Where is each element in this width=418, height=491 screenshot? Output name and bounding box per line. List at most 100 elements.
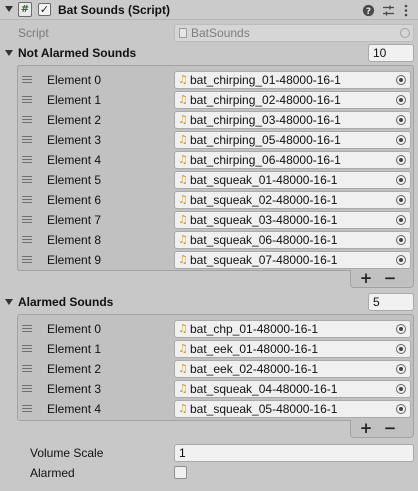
audio-clip-name: bat_squeak_02-48000-16-1 xyxy=(190,193,338,207)
element-label: Element 2 xyxy=(47,362,102,376)
not-alarmed-size-field[interactable]: 10 xyxy=(368,44,414,62)
audio-clip-field[interactable]: ♫ bat_squeak_01-48000-16-1 xyxy=(174,171,411,189)
audio-clip-name: bat_chirping_03-48000-16-1 xyxy=(190,113,341,127)
sliders-icon[interactable] xyxy=(381,3,395,17)
audio-clip-field[interactable]: ♫ bat_squeak_05-48000-16-1 xyxy=(174,400,411,418)
kebab-menu-icon[interactable] xyxy=(399,3,413,17)
alarmed-sounds-label: Alarmed Sounds xyxy=(18,295,114,309)
audio-clip-icon: ♫ xyxy=(178,193,188,206)
object-picker-icon[interactable] xyxy=(396,75,406,85)
alarmed-list: Element 0 ♫ bat_chp_01-48000-16-1 Element 1… xyxy=(17,314,414,421)
object-picker-icon[interactable] xyxy=(396,135,406,145)
object-picker-icon[interactable] xyxy=(396,115,406,125)
object-picker-icon[interactable] xyxy=(396,324,406,334)
drag-handle-icon[interactable] xyxy=(22,156,32,163)
object-picker-icon[interactable] xyxy=(396,155,406,165)
alarmed-checkbox[interactable] xyxy=(174,466,187,479)
list-item[interactable]: Element 2 ♫ bat_chirping_03-48000-16-1 xyxy=(18,110,413,130)
audio-clip-name: bat_squeak_06-48000-16-1 xyxy=(190,233,338,247)
element-label: Element 5 xyxy=(47,173,102,187)
audio-clip-field[interactable]: ♫ bat_chirping_03-48000-16-1 xyxy=(174,111,411,129)
list-item[interactable]: Element 4 ♫ bat_squeak_05-48000-16-1 xyxy=(18,399,413,419)
list-item[interactable]: Element 0 ♫ bat_chp_01-48000-16-1 xyxy=(18,319,413,339)
drag-handle-icon[interactable] xyxy=(22,345,32,352)
list-item[interactable]: Element 2 ♫ bat_eek_02-48000-16-1 xyxy=(18,359,413,379)
drag-handle-icon[interactable] xyxy=(22,256,32,263)
object-picker-icon[interactable] xyxy=(396,215,406,225)
drag-handle-icon[interactable] xyxy=(22,196,32,203)
audio-clip-field[interactable]: ♫ bat_eek_02-48000-16-1 xyxy=(174,360,411,378)
list-item[interactable]: Element 7 ♫ bat_squeak_03-48000-16-1 xyxy=(18,210,413,230)
audio-clip-field[interactable]: ♫ bat_squeak_04-48000-16-1 xyxy=(174,380,411,398)
drag-handle-icon[interactable] xyxy=(22,385,32,392)
alarmed-foldout-arrow-icon[interactable] xyxy=(5,299,13,305)
drag-handle-icon[interactable] xyxy=(22,96,32,103)
object-picker-icon[interactable] xyxy=(396,255,406,265)
not-alarmed-list: Element 0 ♫ bat_chirping_01-48000-16-1 Elem… xyxy=(17,65,414,271)
audio-clip-field[interactable]: ♫ bat_chirping_06-48000-16-1 xyxy=(174,151,411,169)
remove-element-button[interactable]: − xyxy=(379,419,401,437)
audio-clip-field[interactable]: ♫ bat_chp_01-48000-16-1 xyxy=(174,320,411,338)
drag-handle-icon[interactable] xyxy=(22,136,32,143)
audio-clip-field[interactable]: ♫ bat_squeak_07-48000-16-1 xyxy=(174,251,411,269)
component-header: # ✓ Bat Sounds (Script) ? xyxy=(0,0,418,20)
audio-clip-field[interactable]: ♫ bat_chirping_02-48000-16-1 xyxy=(174,91,411,109)
object-picker-icon[interactable] xyxy=(396,95,406,105)
list-item[interactable]: Element 3 ♫ bat_chirping_05-48000-16-1 xyxy=(18,130,413,150)
drag-handle-icon[interactable] xyxy=(22,176,32,183)
audio-clip-field[interactable]: ♫ bat_chirping_01-48000-16-1 xyxy=(174,71,411,89)
audio-clip-name: bat_chirping_06-48000-16-1 xyxy=(190,153,341,167)
not-alarmed-foldout-arrow-icon[interactable] xyxy=(5,50,13,56)
audio-clip-icon: ♫ xyxy=(178,342,188,355)
drag-handle-icon[interactable] xyxy=(22,405,32,412)
audio-clip-field[interactable]: ♫ bat_squeak_03-48000-16-1 xyxy=(174,211,411,229)
drag-handle-icon[interactable] xyxy=(22,325,32,332)
audio-clip-field[interactable]: ♫ bat_chirping_05-48000-16-1 xyxy=(174,131,411,149)
object-picker-icon[interactable] xyxy=(396,384,406,394)
script-label: Script xyxy=(18,26,49,40)
drag-handle-icon[interactable] xyxy=(22,365,32,372)
audio-clip-icon: ♫ xyxy=(178,253,188,266)
list-item[interactable]: Element 0 ♫ bat_chirping_01-48000-16-1 xyxy=(18,70,413,90)
list-item[interactable]: Element 3 ♫ bat_squeak_04-48000-16-1 xyxy=(18,379,413,399)
script-field[interactable]: BatSounds xyxy=(174,24,414,42)
list-item[interactable]: Element 1 ♫ bat_eek_01-48000-16-1 xyxy=(18,339,413,359)
list-item[interactable]: Element 4 ♫ bat_chirping_06-48000-16-1 xyxy=(18,150,413,170)
object-picker-icon[interactable] xyxy=(400,28,410,38)
foldout-arrow-icon[interactable] xyxy=(5,6,13,12)
question-circle-icon[interactable]: ? xyxy=(361,3,375,17)
object-picker-icon[interactable] xyxy=(396,344,406,354)
object-picker-icon[interactable] xyxy=(396,235,406,245)
audio-clip-field[interactable]: ♫ bat_squeak_06-48000-16-1 xyxy=(174,231,411,249)
not-alarmed-sounds-label: Not Alarmed Sounds xyxy=(18,46,137,60)
component-enabled-checkbox[interactable]: ✓ xyxy=(38,3,51,16)
remove-element-button[interactable]: − xyxy=(379,269,401,287)
list-item[interactable]: Element 1 ♫ bat_chirping_02-48000-16-1 xyxy=(18,90,413,110)
audio-clip-name: bat_eek_02-48000-16-1 xyxy=(190,362,319,376)
volume-scale-field[interactable]: 1 xyxy=(174,444,414,462)
audio-clip-field[interactable]: ♫ bat_squeak_02-48000-16-1 xyxy=(174,191,411,209)
add-element-button[interactable]: + xyxy=(355,419,377,437)
alarmed-size-field[interactable]: 5 xyxy=(368,293,414,311)
drag-handle-icon[interactable] xyxy=(22,236,32,243)
object-picker-icon[interactable] xyxy=(396,175,406,185)
list-item[interactable]: Element 9 ♫ bat_squeak_07-48000-16-1 xyxy=(18,250,413,270)
element-label: Element 3 xyxy=(47,382,102,396)
list-item[interactable]: Element 6 ♫ bat_squeak_02-48000-16-1 xyxy=(18,190,413,210)
object-picker-icon[interactable] xyxy=(396,195,406,205)
drag-handle-icon[interactable] xyxy=(22,116,32,123)
object-picker-icon[interactable] xyxy=(396,364,406,374)
object-picker-icon[interactable] xyxy=(396,404,406,414)
add-element-button[interactable]: + xyxy=(355,269,377,287)
alarmed-list-footer: + − xyxy=(350,419,414,438)
audio-clip-icon: ♫ xyxy=(178,402,188,415)
drag-handle-icon[interactable] xyxy=(22,76,32,83)
drag-handle-icon[interactable] xyxy=(22,216,32,223)
list-item[interactable]: Element 5 ♫ bat_squeak_01-48000-16-1 xyxy=(18,170,413,190)
element-label: Element 4 xyxy=(47,402,102,416)
audio-clip-field[interactable]: ♫ bat_eek_01-48000-16-1 xyxy=(174,340,411,358)
list-item[interactable]: Element 8 ♫ bat_squeak_06-48000-16-1 xyxy=(18,230,413,250)
audio-clip-icon: ♫ xyxy=(178,73,188,86)
audio-clip-icon: ♫ xyxy=(178,322,188,335)
audio-clip-icon: ♫ xyxy=(178,113,188,126)
